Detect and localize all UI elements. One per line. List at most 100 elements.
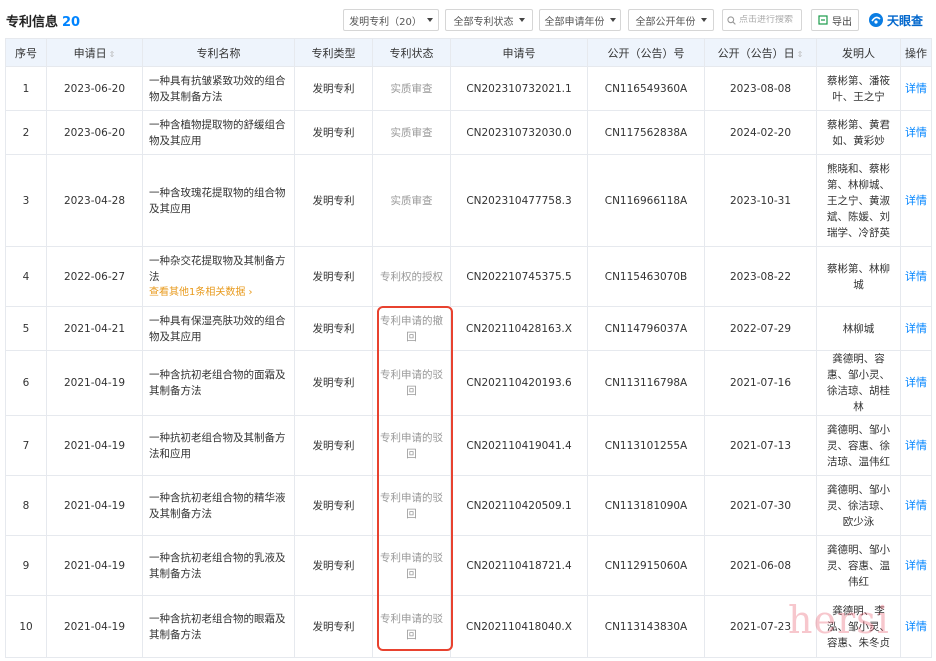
row-index: 2: [5, 110, 47, 155]
row-publication-no: CN112915060A: [587, 535, 705, 596]
row-action: 详情: [900, 110, 932, 155]
row-publication-date: 2023-08-22: [704, 246, 817, 307]
row-application-no: CN202310732021.1: [450, 66, 588, 111]
row-publication-date: 2024-02-20: [704, 110, 817, 155]
row-index: 4: [5, 246, 47, 307]
detail-link[interactable]: 详情: [905, 439, 927, 452]
detail-link[interactable]: 详情: [905, 499, 927, 512]
row-index: 3: [5, 154, 47, 247]
detail-link[interactable]: 详情: [905, 194, 927, 207]
detail-link[interactable]: 详情: [905, 126, 927, 139]
row-application-no: CN202310732030.0: [450, 110, 588, 155]
row-action: 详情: [900, 595, 932, 658]
table-row: 1 2023-06-20 一种具有抗皱紧致功效的组合物及其制备方法 发明专利 实质审查 C…: [5, 66, 932, 111]
row-patent-name: 一种抗初老组合物及其制备方法和应用: [142, 415, 295, 476]
col-header-publication-no: 公开（公告）号: [587, 38, 705, 67]
row-patent-status: 实质审查: [372, 66, 451, 111]
patent-name-text: 一种含玫瑰花提取物的组合物及其应用: [149, 186, 286, 215]
row-application-date: 2021-04-19: [46, 595, 143, 658]
detail-link[interactable]: 详情: [905, 559, 927, 572]
patent-count: 20: [62, 15, 81, 30]
table-header-row: 序号 申请日 ⇕ 专利名称 专利类型 专利状态 申请号 公开（公告）号 公开（公告…: [5, 38, 932, 67]
row-index: 8: [5, 475, 47, 536]
row-action: 详情: [900, 246, 932, 307]
table-row: 7 2021-04-19 一种抗初老组合物及其制备方法和应用 发明专利 专利申请的驳回 C…: [5, 415, 932, 476]
row-publication-date: 2023-08-08: [704, 66, 817, 111]
detail-link[interactable]: 详情: [905, 376, 927, 389]
row-index: 7: [5, 415, 47, 476]
row-action: 详情: [900, 66, 932, 111]
row-inventors: 龚德明、邹小灵、徐洁琼、欧少泳: [816, 475, 901, 536]
row-publication-date: 2022-07-29: [704, 306, 817, 351]
row-index: 6: [5, 350, 47, 416]
row-patent-name: 一种含抗初老组合物的眼霜及其制备方法: [142, 595, 295, 658]
row-application-date: 2021-04-19: [46, 535, 143, 596]
row-patent-type: 发明专利: [294, 475, 373, 536]
caret-down-icon: [700, 18, 707, 22]
row-patent-type: 发明专利: [294, 350, 373, 416]
row-patent-status: 实质审查: [372, 110, 451, 155]
caret-down-icon: [609, 18, 616, 22]
row-publication-no: CN113143830A: [587, 595, 705, 658]
row-action: 详情: [900, 306, 932, 351]
filter-application-year[interactable]: 全部申请年份: [539, 9, 621, 31]
col-header-publication-date[interactable]: 公开（公告）日 ⇕: [704, 38, 817, 67]
row-application-no: CN202310477758.3: [450, 154, 588, 247]
search-input[interactable]: [739, 15, 801, 25]
logo-icon: [869, 13, 883, 27]
filter-publication-year[interactable]: 全部公开年份: [628, 9, 714, 31]
row-application-no: CN202110428163.X: [450, 306, 588, 351]
patent-name-text: 一种含抗初老组合物的面霜及其制备方法: [149, 369, 286, 397]
row-index: 5: [5, 306, 47, 351]
col-header-patent-type: 专利类型: [294, 38, 373, 67]
col-header-patent-name: 专利名称: [142, 38, 295, 67]
row-application-date: 2021-04-21: [46, 306, 143, 351]
search-box[interactable]: [722, 9, 802, 31]
row-application-no: CN202110419041.4: [450, 415, 588, 476]
col-header-patent-status: 专利状态: [372, 38, 451, 67]
more-related-link[interactable]: 查看其他1条相关数据 ›: [149, 285, 290, 301]
sort-icon: ⇕: [108, 49, 116, 59]
row-patent-type: 发明专利: [294, 246, 373, 307]
filter-patent-status[interactable]: 全部专利状态: [445, 9, 533, 31]
table-row: 8 2021-04-19 一种含抗初老组合物的精华液及其制备方法 发明专利 专利申请的驳…: [5, 475, 932, 536]
row-patent-name: 一种含抗初老组合物的精华液及其制备方法: [142, 475, 295, 536]
col-header-action: 操作: [900, 38, 932, 67]
detail-link[interactable]: 详情: [905, 270, 927, 283]
col-header-application-no: 申请号: [450, 38, 588, 67]
detail-link[interactable]: 详情: [905, 322, 927, 335]
patent-name-text: 一种抗初老组合物及其制备方法和应用: [149, 431, 286, 460]
row-inventors: 蔡彬第、林柳城: [816, 246, 901, 307]
row-publication-no: CN113181090A: [587, 475, 705, 536]
row-patent-name: 一种含植物提取物的舒缓组合物及其应用: [142, 110, 295, 155]
row-patent-status: 专利申请的撤回: [372, 306, 451, 351]
row-patent-name: 一种含抗初老组合物的面霜及其制备方法: [142, 350, 295, 416]
row-patent-status: 实质审查: [372, 154, 451, 247]
row-publication-date: 2023-10-31: [704, 154, 817, 247]
table-row: 4 2022-06-27 一种杂交花提取物及其制备方法 查看其他1条相关数据 › 发明专…: [5, 246, 932, 307]
row-publication-no: CN116549360A: [587, 66, 705, 111]
patent-name-text: 一种含抗初老组合物的精华液及其制备方法: [149, 491, 286, 520]
export-button[interactable]: 导出: [811, 9, 859, 31]
row-action: 详情: [900, 475, 932, 536]
row-publication-no: CN113101255A: [587, 415, 705, 476]
row-patent-status: 专利申请的驳回: [372, 415, 451, 476]
row-application-no: CN202110420193.6: [450, 350, 588, 416]
detail-link[interactable]: 详情: [905, 620, 927, 633]
patent-name-text: 一种具有保湿亮肤功效的组合物及其应用: [149, 314, 286, 343]
filter-patent-type[interactable]: 发明专利（20）: [343, 9, 439, 31]
row-inventors: 龚德明、邹小灵、容惠、温伟红: [816, 535, 901, 596]
table-row: 5 2021-04-21 一种具有保湿亮肤功效的组合物及其应用 发明专利 专利申请的撤回…: [5, 306, 932, 351]
col-header-application-date[interactable]: 申请日 ⇕: [46, 38, 143, 67]
detail-link[interactable]: 详情: [905, 82, 927, 95]
row-inventors: 蔡彬第、黄君如、黄彩妙: [816, 110, 901, 155]
row-action: 详情: [900, 415, 932, 476]
table-row: 9 2021-04-19 一种含抗初老组合物的乳液及其制备方法 发明专利 专利申请的驳回…: [5, 535, 932, 596]
table-row: 2 2023-06-20 一种含植物提取物的舒缓组合物及其应用 发明专利 实质审查 CN2…: [5, 110, 932, 155]
row-action: 详情: [900, 535, 932, 596]
row-application-date: 2021-04-19: [46, 415, 143, 476]
row-publication-date: 2021-07-13: [704, 415, 817, 476]
col-header-inventors: 发明人: [816, 38, 901, 67]
row-application-date: 2023-04-28: [46, 154, 143, 247]
patent-name-text: 一种含抗初老组合物的乳液及其制备方法: [149, 551, 286, 580]
